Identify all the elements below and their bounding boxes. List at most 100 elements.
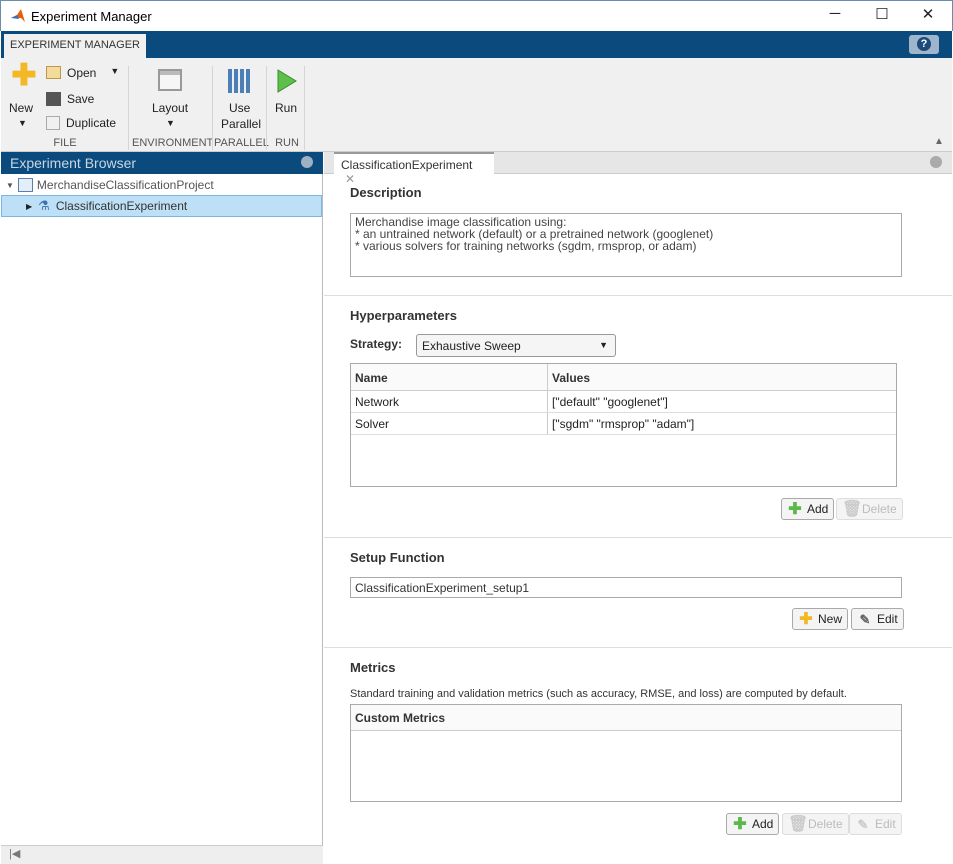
run-icon	[277, 69, 297, 93]
use-parallel-button[interactable]: Use Parallel	[220, 66, 262, 134]
browser-menu-icon[interactable]	[301, 156, 313, 168]
setup-function-input[interactable]: ClassificationExperiment_setup1	[350, 577, 902, 598]
add-label: Add	[752, 817, 774, 831]
delete-hyperparameter-button[interactable]: 🗑 Delete	[836, 498, 903, 520]
duplicate-button[interactable]: Duplicate	[46, 116, 116, 130]
delete-metric-button[interactable]: 🗑 Delete	[782, 813, 849, 835]
new-label: New	[9, 101, 34, 115]
edit-icon: ✎	[857, 817, 869, 832]
custom-metrics-table: Custom Metrics	[350, 704, 902, 802]
layout-label: Layout	[152, 101, 189, 115]
table-row[interactable]: Network ["default" "googlenet"]	[351, 391, 896, 413]
trash-icon: 🗑	[842, 501, 863, 518]
expand-down-icon: ▼	[6, 180, 14, 190]
divider	[324, 295, 952, 296]
add-icon: ✚	[788, 501, 802, 518]
save-label: Save	[67, 92, 95, 106]
add-hyperparameter-button[interactable]: ✚ Add	[781, 498, 835, 520]
divider	[324, 647, 952, 648]
metrics-note: Standard training and validation metrics…	[350, 688, 847, 700]
strategy-value: Exhaustive Sweep	[422, 339, 521, 353]
chevron-down-icon: ▼	[18, 118, 27, 128]
description-line: * various solvers for training networks …	[355, 239, 697, 253]
tree-item-project[interactable]: ▼ MerchandiseClassificationProject	[6, 178, 214, 192]
description-heading: Description	[350, 185, 422, 200]
save-button[interactable]: Save	[46, 92, 94, 106]
collapse-toolstrip-icon[interactable]: ▲	[934, 136, 944, 147]
add-label: Add	[807, 502, 829, 516]
edit-setup-button[interactable]: ✎ Edit	[851, 608, 904, 630]
cell-name[interactable]: Network	[351, 391, 403, 413]
parallel-icon	[228, 69, 250, 93]
parallel-label: Parallel	[221, 117, 262, 131]
maximize-button[interactable]: ☐	[867, 5, 897, 27]
run-button[interactable]: Run	[272, 66, 302, 134]
collapse-left-icon[interactable]: |◀	[9, 847, 20, 860]
description-textarea[interactable]: Merchandise image classification using: …	[350, 213, 902, 277]
cell-values[interactable]: ["default" "googlenet"]	[548, 391, 672, 413]
table-header: Custom Metrics	[351, 705, 901, 731]
tab-menu-icon[interactable]	[930, 156, 942, 168]
close-button[interactable]: ✕	[913, 5, 943, 27]
close-tab-icon[interactable]: ✕	[345, 172, 355, 186]
project-label: MerchandiseClassificationProject	[36, 178, 214, 192]
minimize-button[interactable]: ─	[820, 5, 850, 27]
table-row[interactable]: Solver ["sgdm" "rmsprop" "adam"]	[351, 413, 896, 435]
new-label: New	[818, 612, 843, 626]
plus-icon: ✚	[11, 59, 37, 92]
cell-values[interactable]: ["sgdm" "rmsprop" "adam"]	[548, 413, 698, 435]
duplicate-label: Duplicate	[66, 116, 117, 130]
plus-icon: ✚	[799, 611, 813, 628]
separator	[304, 66, 305, 150]
expand-right-icon: ▶	[26, 201, 33, 211]
edit-label: Edit	[877, 612, 898, 626]
save-icon	[46, 92, 61, 106]
column-custom-metrics: Custom Metrics	[355, 711, 446, 725]
duplicate-icon	[46, 116, 60, 130]
open-button[interactable]: Open ▼	[46, 66, 119, 80]
tab-experiment-manager[interactable]: EXPERIMENT MANAGER	[4, 34, 146, 58]
hyperparameter-table: Name Values Network ["default" "googlene…	[350, 363, 897, 487]
metrics-heading: Metrics	[350, 660, 396, 675]
strategy-dropdown[interactable]: Exhaustive Sweep ▼	[416, 334, 616, 357]
delete-label: Delete	[808, 817, 843, 831]
tab-classification-experiment[interactable]: ClassificationExperiment ✕	[334, 152, 494, 186]
separator	[212, 66, 213, 150]
separator	[128, 66, 129, 150]
table-header: Name Values	[351, 364, 896, 391]
browser-footer: |◀	[1, 845, 323, 864]
hyperparameters-heading: Hyperparameters	[350, 308, 457, 323]
title-bar: Experiment Manager ─ ☐ ✕	[0, 0, 953, 31]
chevron-down-icon: ▼	[110, 66, 120, 76]
strategy-label: Strategy:	[350, 337, 403, 351]
group-run: RUN	[275, 137, 299, 149]
setup-heading: Setup Function	[350, 550, 445, 565]
use-label: Use	[229, 101, 251, 115]
browser-title: Experiment Browser	[10, 155, 137, 171]
trash-icon: 🗑	[788, 816, 809, 833]
group-environment: ENVIRONMENT	[132, 137, 214, 149]
column-name: Name	[355, 371, 388, 385]
add-icon: ✚	[733, 816, 747, 833]
experiment-label: ClassificationExperiment	[55, 199, 188, 213]
new-button[interactable]: ✚ New ▼	[8, 59, 38, 134]
cell-name[interactable]: Solver	[351, 413, 393, 435]
help-button[interactable]: ?	[909, 35, 939, 54]
group-file: FILE	[53, 137, 77, 149]
folder-icon	[46, 66, 61, 79]
project-icon	[17, 178, 33, 192]
edit-metric-button[interactable]: ✎ Edit	[849, 813, 902, 835]
browser-header: Experiment Browser	[1, 152, 323, 174]
experiment-browser: ▼ MerchandiseClassificationProject ▶ ⚗ C…	[1, 174, 323, 845]
run-label: Run	[275, 101, 298, 115]
setup-function-value: ClassificationExperiment_setup1	[355, 581, 530, 595]
add-metric-button[interactable]: ✚ Add	[726, 813, 780, 835]
layout-button[interactable]: Layout ▼	[140, 66, 200, 134]
divider	[324, 537, 952, 538]
separator	[266, 66, 267, 150]
chevron-down-icon: ▼	[599, 340, 608, 350]
group-parallel: PARALLEL	[214, 137, 269, 149]
edit-icon: ✎	[859, 612, 871, 627]
new-setup-button[interactable]: ✚ New	[792, 608, 849, 630]
tree-item-experiment[interactable]: ▶ ⚗ ClassificationExperiment	[1, 195, 322, 217]
